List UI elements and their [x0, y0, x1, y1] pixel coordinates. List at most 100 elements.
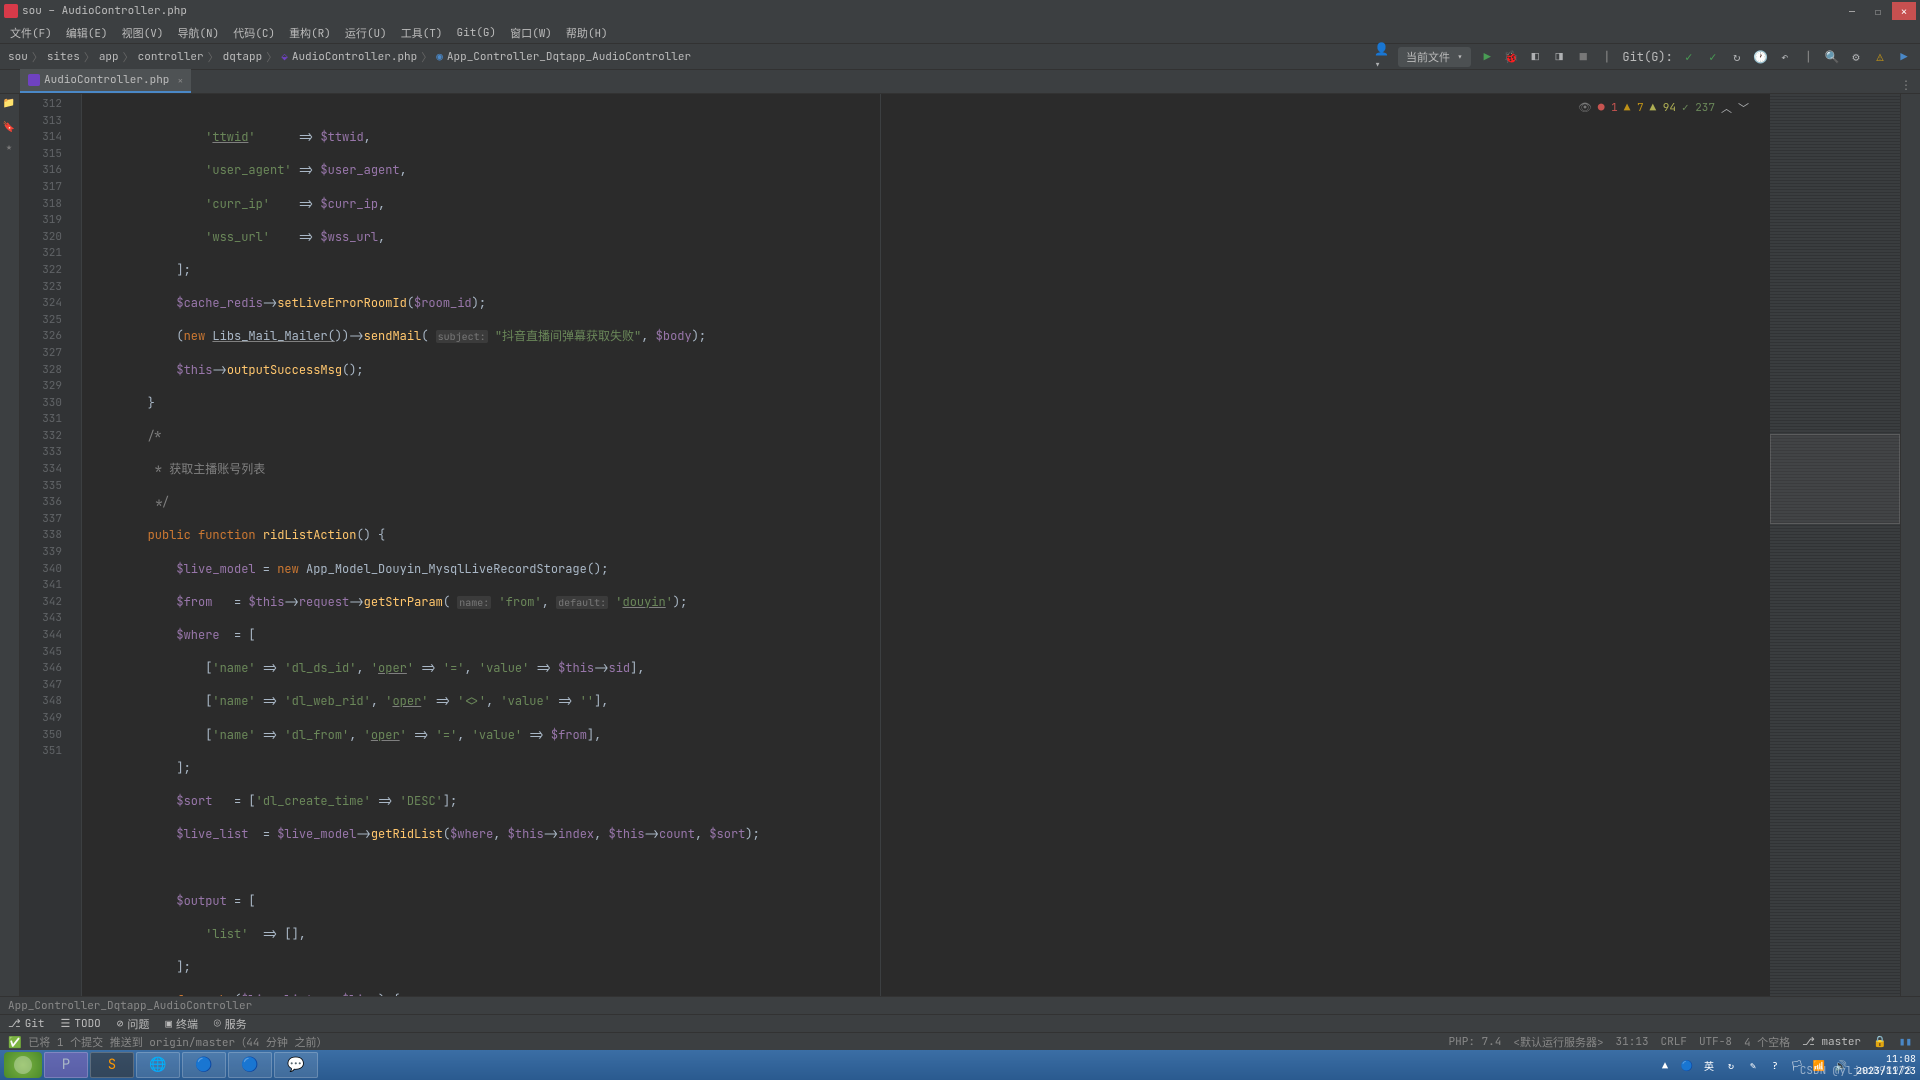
tool-terminal[interactable]: ▣ 终端: [165, 1016, 198, 1032]
run-config-selector[interactable]: 当前文件 ▾: [1398, 47, 1471, 67]
bc-item[interactable]: sites: [47, 50, 80, 64]
git-history-icon[interactable]: 🕐: [1753, 49, 1769, 65]
tray-sync-icon[interactable]: ↻: [1724, 1058, 1738, 1072]
php-version[interactable]: PHP: 7.4: [1449, 1035, 1502, 1049]
menu-help[interactable]: 帮助(H): [560, 23, 614, 43]
search-everywhere-icon[interactable]: 🔍: [1824, 49, 1840, 65]
toolbar-right: 👤▾ 当前文件 ▾ ▶ 🐞 ◧ ◨ ■ | Git(G): ✓ ✓ ↻ 🕐 ↶ …: [1374, 47, 1912, 67]
status-bar: ✅ 已将 1 个提交 推送到 origin/master（44 分钟 之前） P…: [0, 1032, 1920, 1050]
problems-icon: ⊘: [117, 1017, 124, 1031]
error-count[interactable]: ● 1: [1598, 101, 1618, 115]
tool-window-bar: ⎇ Git ☰ TODO ⊘ 问题 ▣ 终端 ◎ 服务: [0, 1014, 1920, 1032]
menu-view[interactable]: 视图(V): [116, 23, 170, 43]
git-branch[interactable]: ⎇ master: [1802, 1035, 1861, 1049]
maximize-button[interactable]: ☐: [1866, 2, 1890, 20]
git-commit-icon[interactable]: ✓: [1681, 49, 1697, 65]
tab-close-icon[interactable]: ×: [177, 74, 183, 87]
menu-run[interactable]: 运行(U): [339, 23, 393, 43]
fold-gutter[interactable]: [70, 94, 82, 996]
debug-icon[interactable]: 🐞: [1503, 49, 1519, 65]
git-label: Git(G):: [1622, 49, 1672, 65]
tray-help-icon[interactable]: ?: [1768, 1058, 1782, 1072]
memory-indicator-icon[interactable]: ▮▮: [1899, 1035, 1912, 1049]
line-separator[interactable]: CRLF: [1661, 1035, 1687, 1049]
tool-problems[interactable]: ⊘ 问题: [117, 1016, 150, 1032]
menu-file[interactable]: 文件(F): [4, 23, 58, 43]
project-tool-icon[interactable]: 📁: [3, 98, 17, 112]
minimize-button[interactable]: —: [1840, 2, 1864, 20]
tool-services[interactable]: ◎ 服务: [214, 1016, 247, 1032]
title-bar: sou – AudioController.php — ☐ ✕: [0, 0, 1920, 22]
next-highlight-icon[interactable]: ﹀: [1738, 100, 1749, 116]
start-button[interactable]: [4, 1052, 42, 1078]
ide-features-icon[interactable]: ▶: [1896, 49, 1912, 65]
menu-tools[interactable]: 工具(T): [395, 23, 449, 43]
help-icon[interactable]: ⚠: [1872, 49, 1888, 65]
inspection-widget[interactable]: 👁 ● 1 ▲ 7 ▲ 94 ✓ 237 ︿ ﹀: [1572, 98, 1755, 118]
menu-refactor[interactable]: 重构(R): [283, 23, 337, 43]
services-icon: ◎: [214, 1017, 221, 1031]
structure-tool-icon[interactable]: 🔖: [3, 120, 17, 134]
terminal-icon: ▣: [165, 1017, 172, 1031]
taskbar-app-chrome[interactable]: 🌐: [136, 1052, 180, 1078]
menu-navigate[interactable]: 导航(N): [171, 23, 225, 43]
bc-item[interactable]: controller: [138, 50, 204, 64]
git-update-icon[interactable]: ↻: [1729, 49, 1745, 65]
minimap-viewport[interactable]: [1770, 434, 1900, 524]
typo-count[interactable]: ✓ 237: [1682, 101, 1715, 115]
menu-window[interactable]: 窗口(W): [504, 23, 558, 43]
deployment-server[interactable]: <默认运行服务器>: [1513, 1034, 1603, 1050]
taskbar-app-browser2[interactable]: 🔵: [228, 1052, 272, 1078]
taskbar-app-browser[interactable]: 🔵: [182, 1052, 226, 1078]
nav-bar: sou〉 sites〉 app〉 controller〉 dqtapp〉 ⬙Au…: [0, 44, 1920, 70]
caret-position[interactable]: 31:13: [1616, 1035, 1649, 1049]
git-push-icon[interactable]: ✓: [1705, 49, 1721, 65]
ime-indicator[interactable]: 英: [1702, 1058, 1716, 1072]
menu-code[interactable]: 代码(C): [227, 23, 281, 43]
line-number-gutter: 3123133143153163173183193203213223233243…: [20, 94, 70, 996]
stop-icon[interactable]: ■: [1575, 49, 1591, 65]
tool-git[interactable]: ⎇ Git: [8, 1017, 45, 1031]
taskbar-app-phpstorm[interactable]: P: [44, 1052, 88, 1078]
tray-up-icon[interactable]: ▲: [1658, 1058, 1672, 1072]
git-branch-icon: ⎇: [8, 1017, 21, 1031]
watermark: CSDN @yljnd898978: [1800, 1064, 1912, 1078]
lock-icon[interactable]: 🔒: [1873, 1035, 1887, 1049]
bc-item[interactable]: app: [99, 50, 119, 64]
bc-item[interactable]: App_Controller_Dqtapp_AudioController: [447, 50, 691, 64]
menu-bar: 文件(F) 编辑(E) 视图(V) 导航(N) 代码(C) 重构(R) 运行(U…: [0, 22, 1920, 44]
editor-tab[interactable]: AudioController.php ×: [20, 69, 191, 93]
vcs-status[interactable]: ✅ 已将 1 个提交 推送到 origin/master（44 分钟 之前）: [8, 1034, 328, 1050]
tray-edit-icon[interactable]: ✎: [1746, 1058, 1760, 1072]
code-editor[interactable]: 3123133143153163173183193203213223233243…: [20, 94, 1900, 996]
settings-icon[interactable]: ⚙: [1848, 49, 1864, 65]
menu-edit[interactable]: 编辑(E): [60, 23, 114, 43]
profile-icon[interactable]: ◨: [1551, 49, 1567, 65]
file-encoding[interactable]: UTF-8: [1699, 1035, 1732, 1049]
taskbar-app-sublime[interactable]: S: [90, 1052, 134, 1078]
favorites-tool-icon[interactable]: ★: [3, 142, 17, 156]
close-button[interactable]: ✕: [1892, 2, 1916, 20]
menu-git[interactable]: Git(G): [451, 24, 503, 42]
user-add-icon[interactable]: 👤▾: [1374, 49, 1390, 65]
tray-icon[interactable]: 🔵: [1680, 1058, 1694, 1072]
bc-item[interactable]: dqtapp: [223, 50, 263, 64]
bc-item[interactable]: AudioController.php: [292, 50, 417, 64]
indent-config[interactable]: 4 个空格: [1744, 1034, 1790, 1050]
run-icon[interactable]: ▶: [1479, 49, 1495, 65]
tab-options-icon[interactable]: ⋮: [1898, 77, 1914, 93]
code-area[interactable]: 'ttwid' => $ttwid, 'user_agent' => $user…: [82, 94, 1770, 996]
minimap[interactable]: [1770, 94, 1900, 996]
git-rollback-icon[interactable]: ↶: [1777, 49, 1793, 65]
eye-off-icon[interactable]: 👁: [1578, 101, 1592, 115]
column-guide: [880, 94, 881, 996]
structure-breadcrumb[interactable]: App_Controller_Dqtapp_AudioController: [0, 996, 1920, 1014]
coverage-icon[interactable]: ◧: [1527, 49, 1543, 65]
window-title: sou – AudioController.php: [22, 4, 187, 18]
tool-todo[interactable]: ☰ TODO: [61, 1017, 101, 1031]
prev-highlight-icon[interactable]: ︿: [1721, 100, 1732, 116]
warning-count[interactable]: ▲ 7: [1624, 101, 1644, 115]
bc-item[interactable]: sou: [8, 50, 28, 64]
taskbar-app-wechat[interactable]: 💬: [274, 1052, 318, 1078]
weak-warning-count[interactable]: ▲ 94: [1650, 101, 1676, 115]
